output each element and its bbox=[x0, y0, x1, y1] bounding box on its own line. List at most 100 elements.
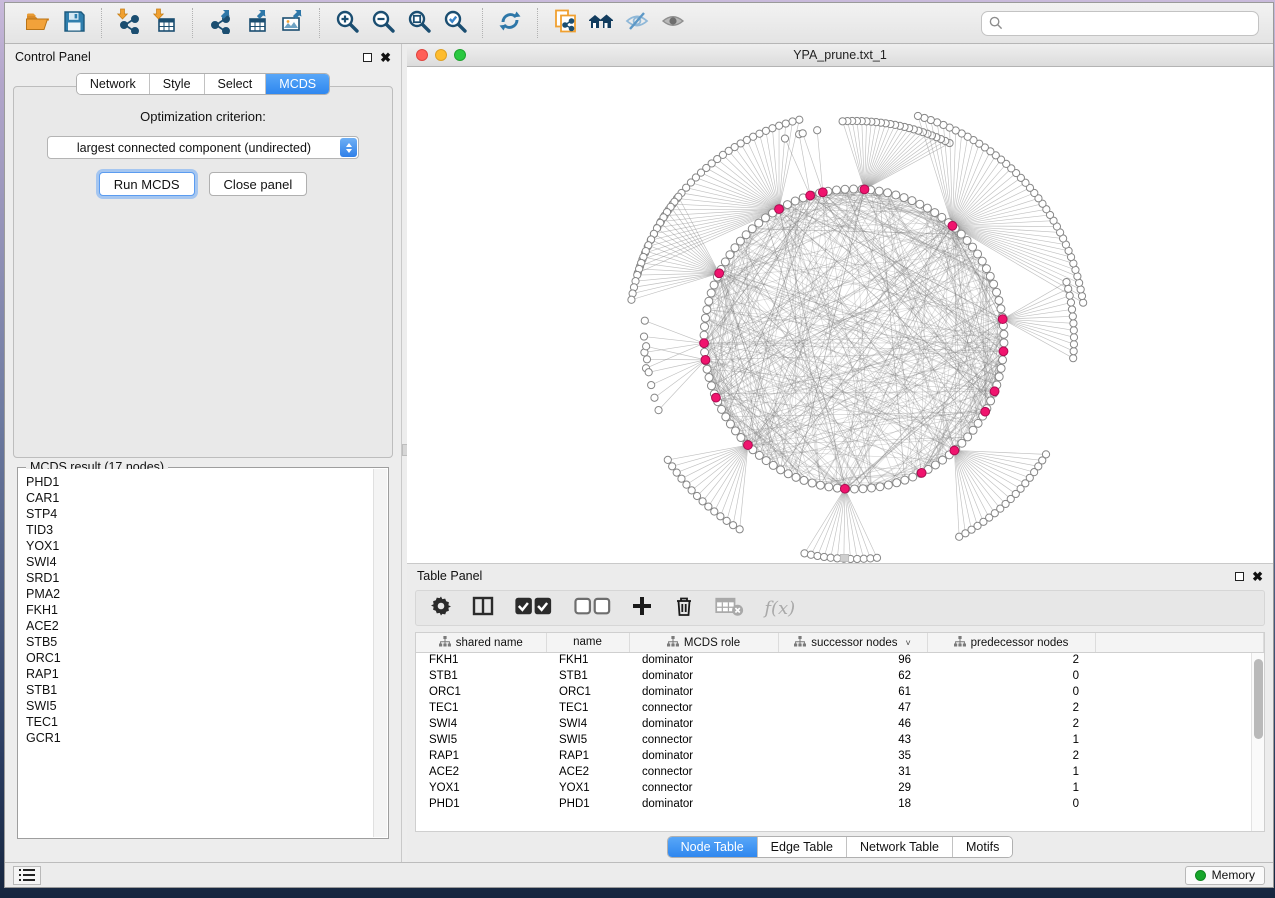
table-cell[interactable]: 2 bbox=[927, 716, 1095, 732]
mcds-result-item[interactable]: FKH1 bbox=[26, 602, 373, 618]
columns-button[interactable] bbox=[472, 594, 494, 622]
table-cell[interactable]: 35 bbox=[778, 748, 927, 764]
run-mcds-button[interactable]: Run MCDS bbox=[99, 172, 195, 196]
table-row[interactable]: FKH1FKH1dominator962 bbox=[416, 652, 1264, 668]
show-all-button[interactable] bbox=[655, 8, 691, 38]
table-cell[interactable]: 1 bbox=[927, 732, 1095, 748]
float-panel-icon[interactable] bbox=[363, 53, 372, 62]
table-row[interactable]: RAP1RAP1dominator352 bbox=[416, 748, 1264, 764]
table-row[interactable]: PHD1PHD1dominator180 bbox=[416, 796, 1264, 812]
table-cell[interactable]: 0 bbox=[927, 668, 1095, 684]
table-cell[interactable]: dominator bbox=[629, 716, 778, 732]
table-cell[interactable]: 1 bbox=[927, 780, 1095, 796]
mcds-result-item[interactable]: STB1 bbox=[26, 682, 373, 698]
table-row[interactable]: YOX1YOX1connector291 bbox=[416, 780, 1264, 796]
network-canvas[interactable] bbox=[407, 67, 1273, 563]
tab-style[interactable]: Style bbox=[150, 74, 205, 94]
task-history-button[interactable] bbox=[13, 866, 41, 885]
table-row[interactable]: SWI4SWI4dominator462 bbox=[416, 716, 1264, 732]
close-panel-icon[interactable]: ✖ bbox=[380, 53, 391, 62]
mcds-result-item[interactable]: YOX1 bbox=[26, 538, 373, 554]
table-cell[interactable]: PHD1 bbox=[416, 796, 546, 812]
mcds-result-item[interactable]: STB5 bbox=[26, 634, 373, 650]
table-cell[interactable]: SWI4 bbox=[546, 716, 629, 732]
export-image-button[interactable] bbox=[274, 8, 310, 38]
mcds-result-item[interactable]: CAR1 bbox=[26, 490, 373, 506]
tab-motifs[interactable]: Motifs bbox=[953, 837, 1012, 857]
table-cell[interactable]: YOX1 bbox=[546, 780, 629, 796]
table-cell[interactable]: PHD1 bbox=[546, 796, 629, 812]
network-window-titlebar[interactable]: YPA_prune.txt_1 bbox=[407, 44, 1273, 67]
float-table-panel-icon[interactable] bbox=[1235, 572, 1244, 581]
mcds-result-item[interactable]: STP4 bbox=[26, 506, 373, 522]
table-scrollbar-thumb[interactable] bbox=[1254, 659, 1263, 739]
table-row[interactable]: STB1STB1dominator620 bbox=[416, 668, 1264, 684]
tab-select[interactable]: Select bbox=[205, 74, 267, 94]
close-panel-button[interactable]: Close panel bbox=[209, 172, 308, 196]
mcds-result-item[interactable]: TEC1 bbox=[26, 714, 373, 730]
table-cell[interactable]: RAP1 bbox=[416, 748, 546, 764]
mcds-result-list[interactable]: PHD1CAR1STP4TID3YOX1SWI4SRD1PMA2FKH1ACE2… bbox=[19, 469, 373, 837]
table-cell[interactable]: 96 bbox=[778, 652, 927, 668]
table-scrollbar[interactable] bbox=[1251, 653, 1264, 831]
table-cell[interactable]: 2 bbox=[927, 748, 1095, 764]
column-header-shared-name[interactable]: shared name bbox=[416, 633, 546, 652]
table-cell[interactable]: connector bbox=[629, 732, 778, 748]
tab-mcds[interactable]: MCDS bbox=[266, 74, 329, 94]
mcds-result-item[interactable]: ACE2 bbox=[26, 618, 373, 634]
table-cell[interactable]: dominator bbox=[629, 668, 778, 684]
mcds-result-item[interactable]: RAP1 bbox=[26, 666, 373, 682]
hide-selected-button[interactable] bbox=[619, 8, 655, 38]
table-cell[interactable]: 43 bbox=[778, 732, 927, 748]
table-cell[interactable]: FKH1 bbox=[416, 652, 546, 668]
deselect-all-button[interactable] bbox=[573, 594, 612, 622]
table-cell[interactable]: SWI5 bbox=[416, 732, 546, 748]
table-cell[interactable]: 46 bbox=[778, 716, 927, 732]
table-cell[interactable]: STB1 bbox=[546, 668, 629, 684]
table-cell[interactable]: RAP1 bbox=[546, 748, 629, 764]
refresh-layout-button[interactable] bbox=[492, 8, 528, 38]
table-cell[interactable]: STB1 bbox=[416, 668, 546, 684]
table-cell[interactable]: dominator bbox=[629, 652, 778, 668]
mcds-result-item[interactable]: GCR1 bbox=[26, 730, 373, 746]
table-cell[interactable]: FKH1 bbox=[546, 652, 629, 668]
table-cell[interactable]: 0 bbox=[927, 684, 1095, 700]
close-table-panel-icon[interactable]: ✖ bbox=[1252, 572, 1263, 581]
table-row[interactable]: ORC1ORC1dominator610 bbox=[416, 684, 1264, 700]
tab-network-table[interactable]: Network Table bbox=[847, 837, 953, 857]
table-cell[interactable]: connector bbox=[629, 780, 778, 796]
column-header-predecessor-nodes[interactable]: predecessor nodes bbox=[927, 633, 1095, 652]
mcds-result-item[interactable]: ORC1 bbox=[26, 650, 373, 666]
table-cell[interactable]: connector bbox=[629, 764, 778, 780]
table-cell[interactable]: 1 bbox=[927, 764, 1095, 780]
table-cell[interactable]: dominator bbox=[629, 684, 778, 700]
zoom-selected-button[interactable] bbox=[437, 8, 473, 38]
criterion-select[interactable]: largest connected component (undirected) bbox=[47, 136, 359, 159]
table-cell[interactable]: dominator bbox=[629, 748, 778, 764]
table-cell[interactable]: 2 bbox=[927, 652, 1095, 668]
export-network-button[interactable] bbox=[202, 8, 238, 38]
tab-network[interactable]: Network bbox=[77, 74, 150, 94]
mcds-list-scrollbar[interactable] bbox=[373, 469, 387, 837]
import-network-button[interactable] bbox=[111, 8, 147, 38]
table-cell[interactable]: 18 bbox=[778, 796, 927, 812]
horizontal-divider-grip[interactable] bbox=[840, 554, 849, 562]
mcds-result-item[interactable]: SRD1 bbox=[26, 570, 373, 586]
add-row-button[interactable] bbox=[631, 594, 653, 622]
delete-row-button[interactable] bbox=[673, 594, 695, 622]
table-cell[interactable]: 29 bbox=[778, 780, 927, 796]
table-cell[interactable]: ACE2 bbox=[416, 764, 546, 780]
mcds-result-item[interactable]: PHD1 bbox=[26, 474, 373, 490]
search-input[interactable] bbox=[981, 11, 1259, 36]
table-cell[interactable]: SWI5 bbox=[546, 732, 629, 748]
table-cell[interactable]: connector bbox=[629, 700, 778, 716]
open-file-button[interactable] bbox=[20, 8, 56, 38]
column-header-name[interactable]: name bbox=[546, 633, 629, 652]
zoom-in-button[interactable] bbox=[329, 8, 365, 38]
table-cell[interactable]: SWI4 bbox=[416, 716, 546, 732]
tab-edge-table[interactable]: Edge Table bbox=[758, 837, 847, 857]
first-neighbors-button[interactable] bbox=[583, 8, 619, 38]
column-header-MCDS-role[interactable]: MCDS role bbox=[629, 633, 778, 652]
table-row[interactable]: SWI5SWI5connector431 bbox=[416, 732, 1264, 748]
table-row[interactable]: TEC1TEC1connector472 bbox=[416, 700, 1264, 716]
